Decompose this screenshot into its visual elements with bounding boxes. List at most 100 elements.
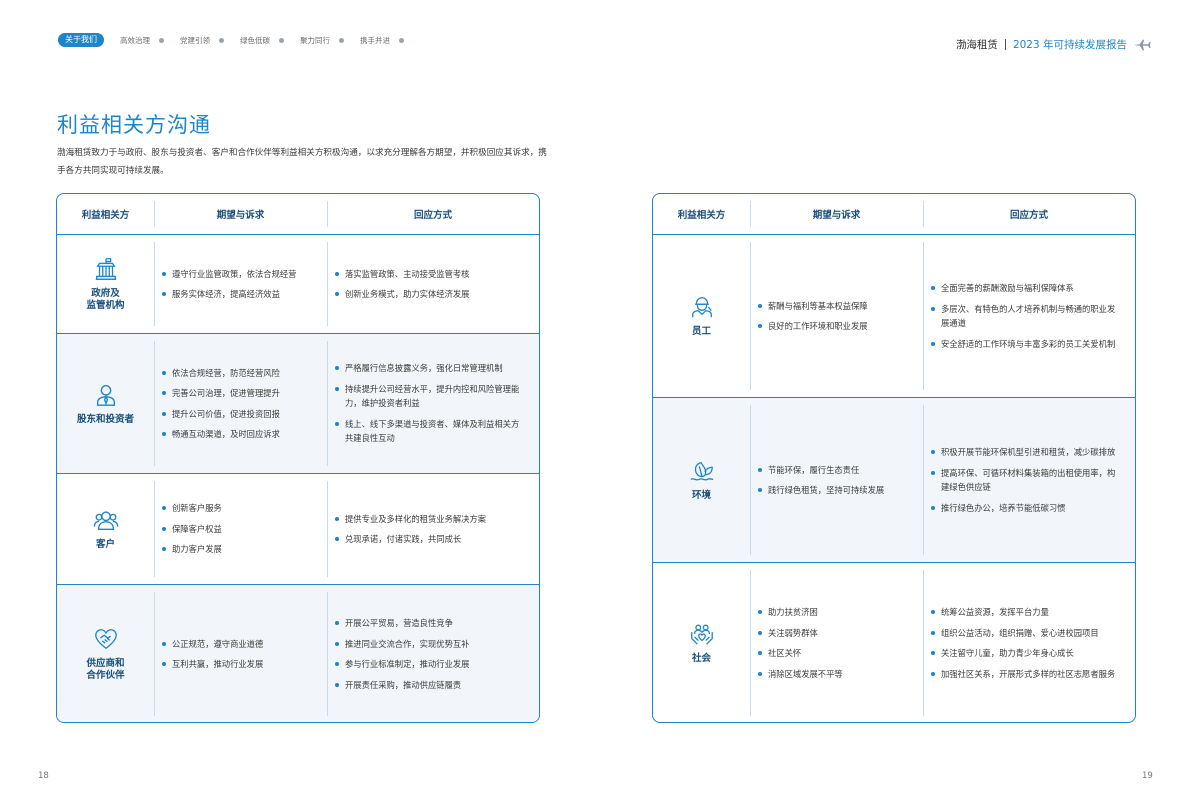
- expectations-cell: 遵守行业监管政策，依法合规经营 服务实体经济，提高经济效益: [154, 235, 327, 333]
- stakeholder-cell: 环境: [653, 398, 750, 562]
- list-item: 兑现承诺，付诸实践，共同成长: [335, 532, 527, 547]
- list-item: 全面完善的薪酬激励与福利保障体系: [931, 281, 1123, 296]
- page-number-left: 18: [38, 771, 49, 781]
- header-stakeholder: 利益相关方: [677, 210, 726, 221]
- expectations-cell: 节能环保，履行生态责任 践行绿色租赁，坚持可持续发展: [750, 398, 923, 562]
- table-row: 客户 创新客户服务 保障客户权益 助力客户发展 提供专业及多样化的租赁业务解决方…: [57, 474, 539, 585]
- header-responses: 回应方式: [923, 194, 1135, 234]
- stakeholder-cell: 股东和投资者: [57, 334, 154, 473]
- stakeholder-label: 政府及 监管机构: [86, 288, 125, 311]
- stakeholder-table-left: 利益相关方 期望与诉求 回应方式 政府及 监管机构 遵守行业监管政策，依法合规经…: [56, 193, 540, 723]
- responses-cell: 开展公平贸易，营造良性竞争 推进同业交流合作，实现优势互补 参与行业标准制定，推…: [327, 585, 539, 722]
- brand-divider: [1004, 39, 1006, 50]
- list-item: 提升公司价值，促进投资回报: [162, 407, 315, 422]
- list-item: 创新客户服务: [162, 501, 315, 516]
- list-item: 创新业务模式，助力实体经济发展: [335, 287, 527, 302]
- table-row: 政府及 监管机构 遵守行业监管政策，依法合规经营 服务实体经济，提高经济效益 落…: [57, 235, 539, 334]
- handshake-icon: [94, 629, 117, 650]
- airplane-icon: [1133, 39, 1151, 50]
- expectations-cell: 依法合规经营，防范经营风险 完善公司治理，促进管理提升 提升公司价值，促进投资回…: [154, 334, 327, 473]
- brand-header: 渤海租赁 2023 年可持续发展报告: [956, 37, 1151, 52]
- list-item: 节能环保，履行生态责任: [758, 463, 911, 478]
- list-item: 安全舒适的工作环境与丰富多彩的员工关爱机制: [931, 337, 1123, 352]
- responses-cell: 提供专业及多样化的租赁业务解决方案 兑现承诺，付诸实践，共同成长: [327, 474, 539, 584]
- list-item: 持续提升公司经营水平，提升内控和风险管理能力，维护投资者利益: [335, 382, 527, 411]
- nav-item-together[interactable]: 聚力同行: [300, 35, 344, 46]
- list-item: 积极开展节能环保机型引进和租赁，减少碳排放: [931, 445, 1123, 460]
- list-item: 开展责任采购，推动供应链履责: [335, 678, 527, 693]
- environment-leaf-icon: [689, 461, 713, 481]
- table-header: 利益相关方 期望与诉求 回应方式: [57, 194, 539, 235]
- nav-dot-icon: [159, 37, 164, 43]
- stakeholder-label: 客户: [95, 539, 115, 550]
- list-item: 开展公平贸易，营造良性竞争: [335, 616, 527, 631]
- nav-item-active[interactable]: 关于我们: [58, 33, 104, 47]
- list-item: 良好的工作环境和职业发展: [758, 319, 911, 334]
- person-icon: [96, 384, 115, 406]
- list-item: 多层次、有特色的人才培养机制与畅通的职业发展通道: [931, 302, 1123, 331]
- header-expectations: 期望与诉求: [750, 194, 923, 234]
- expectations-cell: 薪酬与福利等基本权益保障 良好的工作环境和职业发展: [750, 235, 923, 397]
- list-item: 严格履行信息披露义务，强化日常管理机制: [335, 361, 527, 376]
- table-row: 环境 节能环保，履行生态责任 践行绿色租赁，坚持可持续发展 积极开展节能环保机型…: [653, 398, 1135, 563]
- responses-cell: 全面完善的薪酬激励与福利保障体系 多层次、有特色的人才培养机制与畅通的职业发展通…: [923, 235, 1135, 397]
- expectations-cell: 助力扶贫济困 关注弱势群体 社区关怀 消除区域发展不平等: [750, 563, 923, 722]
- responses-cell: 严格履行信息披露义务，强化日常管理机制 持续提升公司经营水平，提升内控和风险管理…: [327, 334, 539, 473]
- stakeholder-cell: 政府及 监管机构: [57, 235, 154, 333]
- list-item: 保障客户权益: [162, 522, 315, 537]
- table-row: 供应商和 合作伙伴 公正规范，遵守商业道德 互利共赢，推动行业发展 开展公平贸易…: [57, 585, 539, 722]
- responses-cell: 统筹公益资源，发挥平台力量 组织公益活动，组织捐赠、爱心进校园项目 关注留守儿童…: [923, 563, 1135, 722]
- nav-item-forward[interactable]: 携手并进: [360, 35, 404, 46]
- list-item: 畅通互动渠道，及时回应诉求: [162, 427, 315, 442]
- table-row: 股东和投资者 依法合规经营，防范经营风险 完善公司治理，促进管理提升 提升公司价…: [57, 334, 539, 474]
- list-item: 参与行业标准制定，推动行业发展: [335, 657, 527, 672]
- list-item: 完善公司治理，促进管理提升: [162, 386, 315, 401]
- list-item: 互利共赢，推动行业发展: [162, 657, 315, 672]
- stakeholder-cell: 客户: [57, 474, 154, 584]
- responses-cell: 积极开展节能环保机型引进和租赁，减少碳排放 提高环保、可循环材料集装箱的出租使用…: [923, 398, 1135, 562]
- header-stakeholder: 利益相关方: [81, 210, 130, 221]
- list-item: 薪酬与福利等基本权益保障: [758, 299, 911, 314]
- list-item: 关注弱势群体: [758, 626, 911, 641]
- nav-item-party[interactable]: 党建引领: [180, 35, 224, 46]
- stakeholder-cell: 员工: [653, 235, 750, 397]
- list-item: 依法合规经营，防范经营风险: [162, 366, 315, 381]
- list-item: 公正规范，遵守商业道德: [162, 637, 315, 652]
- stakeholder-label: 环境: [691, 490, 711, 501]
- list-item: 加强社区关系，开展形式多样的社区志愿者服务: [931, 667, 1123, 682]
- nav-dot-icon: [339, 37, 344, 43]
- brand-name: 渤海租赁: [955, 39, 998, 51]
- nav-item-governance[interactable]: 高效治理: [120, 35, 164, 46]
- list-item: 提供专业及多样化的租赁业务解决方案: [335, 512, 527, 527]
- list-item: 关注留守儿童，助力青少年身心成长: [931, 646, 1123, 661]
- list-item: 推行绿色办公，培养节能低碳习惯: [931, 501, 1123, 516]
- table-header: 利益相关方 期望与诉求 回应方式: [653, 194, 1135, 235]
- list-item: 组织公益活动，组织捐赠、爱心进校园项目: [931, 626, 1123, 641]
- report-title: 2023 年可持续发展报告: [1012, 39, 1127, 51]
- page-number-right: 19: [1142, 771, 1153, 781]
- stakeholder-cell: 供应商和 合作伙伴: [57, 585, 154, 722]
- stakeholder-label: 股东和投资者: [76, 413, 134, 425]
- page-title: 利益相关方沟通: [57, 113, 211, 138]
- list-item: 助力扶贫济困: [758, 605, 911, 620]
- list-item: 践行绿色租赁，坚持可持续发展: [758, 483, 911, 498]
- nav-dot-icon: [219, 37, 224, 43]
- list-item: 助力客户发展: [162, 542, 315, 557]
- list-item: 消除区域发展不平等: [758, 667, 911, 682]
- stakeholder-table-right: 利益相关方 期望与诉求 回应方式 员工 薪酬与福利等基本权益保障 良好的工作环境…: [652, 193, 1136, 723]
- table-row: 社会 助力扶贫济困 关注弱势群体 社区关怀 消除区域发展不平等 统筹公益资源，发…: [653, 563, 1135, 722]
- list-item: 遵守行业监管政策，依法合规经营: [162, 267, 315, 282]
- government-building-icon: [95, 258, 116, 280]
- top-navigation: 关于我们 高效治理 党建引领 绿色低碳 聚力同行 携手并进: [58, 32, 404, 48]
- customers-icon: [93, 511, 118, 530]
- stakeholder-label: 员工: [691, 326, 711, 337]
- list-item: 落实监管政策、主动接受监管考核: [335, 267, 527, 282]
- intro-paragraph: 渤海租赁致力于与政府、股东与投资者、客户和合作伙伴等利益相关方积极沟通，以求充分…: [57, 147, 547, 176]
- nav-dot-icon: [399, 37, 404, 43]
- nav-item-green[interactable]: 绿色低碳: [240, 35, 284, 46]
- stakeholder-cell: 社会: [653, 563, 750, 722]
- list-item: 服务实体经济，提高经济效益: [162, 287, 315, 302]
- header-expectations: 期望与诉求: [154, 194, 327, 234]
- responses-cell: 落实监管政策、主动接受监管考核 创新业务模式，助力实体经济发展: [327, 235, 539, 333]
- list-item: 线上、线下多渠道与投资者、媒体及利益相关方共建良性互动: [335, 417, 527, 446]
